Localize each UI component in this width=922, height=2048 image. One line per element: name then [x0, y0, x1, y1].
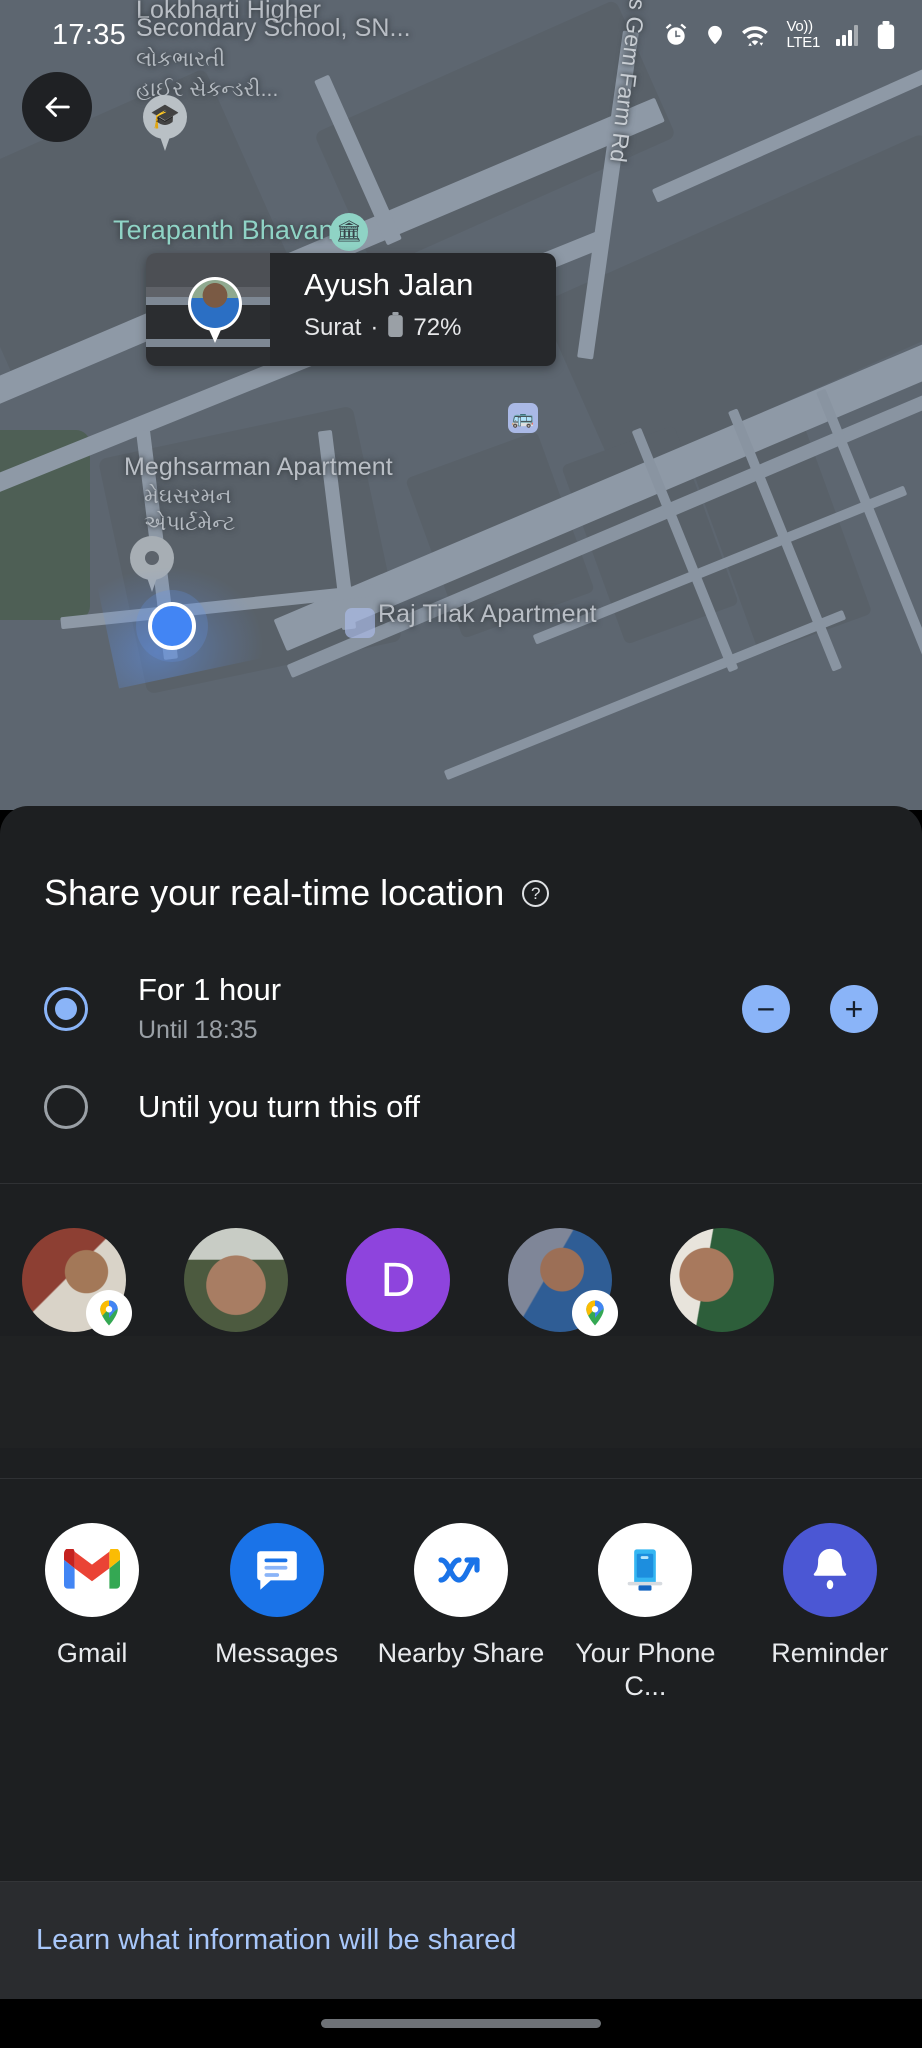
duration-title: Until you turn this off — [138, 1089, 421, 1124]
duration-option-for-1-hour[interactable]: For 1 hour Until 18:35 − + — [0, 972, 922, 1045]
duration-text-group: For 1 hour Until 18:35 — [138, 972, 281, 1045]
map-label-meghsarman-local1: મેઘસરમન — [144, 485, 232, 508]
person-battery-level: 72% — [413, 314, 462, 341]
google-maps-badge-icon — [572, 1290, 618, 1336]
person-name: Ayush Jalan — [304, 267, 474, 302]
person-card-info: Ayush Jalan Surat · 72% — [270, 253, 556, 366]
duration-text-group: Until you turn this off — [138, 1089, 420, 1125]
person-meta: Surat · 72% — [304, 312, 556, 344]
radio-until-you-turn-this-off[interactable] — [44, 1085, 88, 1129]
increase-duration-button[interactable]: + — [830, 984, 878, 1033]
duration-option-until-off[interactable]: Until you turn this off — [0, 1085, 922, 1129]
map-label-meghsarman-local2: એપાર્ટમેન્ટ — [144, 512, 236, 535]
duration-stepper: − + — [742, 984, 878, 1033]
system-navigation-bar — [0, 1999, 922, 2048]
person-city: Surat — [304, 314, 362, 341]
map-label-terapanth-bhavan: Terapanth Bhavan — [113, 215, 334, 245]
status-clock: 17:35 — [52, 18, 127, 51]
share-app-gmail[interactable]: Gmail — [7, 1523, 177, 1703]
share-app-messages[interactable]: Messages — [192, 1523, 362, 1703]
radio-for-1-hour[interactable] — [44, 986, 88, 1031]
alarm-icon — [663, 22, 689, 48]
back-button[interactable] — [22, 72, 92, 142]
person-card-map-thumbnail — [146, 253, 270, 366]
battery-icon — [876, 21, 896, 49]
map-label-raj-tilak: Raj Tilak Apartment — [378, 600, 597, 628]
page-title: Share your real-time location — [44, 872, 505, 913]
avatar — [184, 1228, 288, 1332]
learn-what-info-shared-link[interactable]: Learn what information will be shared — [36, 1924, 516, 1957]
status-bar: 17:35 Vo)) LTE1 — [0, 0, 922, 70]
share-app-reminder[interactable]: Reminder — [745, 1523, 915, 1703]
gesture-pill[interactable] — [321, 2019, 601, 2028]
list-item[interactable]: D — [346, 1228, 450, 1332]
sheet-header: Share your real-time location ? — [0, 806, 922, 914]
volte-icon: Vo)) LTE1 — [786, 18, 820, 51]
share-app-label: Nearby Share — [377, 1638, 545, 1668]
bus-stop-icon[interactable]: 🚌 — [508, 403, 538, 433]
person-avatar-pin — [188, 277, 242, 343]
contacts-loading-placeholder — [0, 1336, 922, 1448]
list-item[interactable] — [670, 1228, 774, 1332]
help-icon[interactable]: ? — [522, 879, 550, 907]
list-item[interactable] — [184, 1228, 288, 1332]
share-app-label: Your Phone C... — [575, 1638, 716, 1701]
reminder-icon — [782, 1523, 877, 1617]
share-app-label: Gmail — [56, 1638, 128, 1668]
my-location-dot[interactable] — [96, 549, 310, 700]
back-arrow-icon — [45, 97, 70, 117]
decrease-duration-button[interactable]: − — [742, 984, 790, 1033]
avatar: D — [346, 1228, 450, 1332]
person-meta-separator: · — [370, 314, 379, 341]
gmail-icon — [45, 1523, 140, 1617]
learn-more-bar[interactable]: Learn what information will be shared — [0, 1881, 922, 1999]
location-icon — [704, 22, 726, 48]
bus-stop-icon[interactable] — [345, 608, 375, 638]
share-apps-row[interactable]: Gmail Messages Nearby Share Your Phone C… — [0, 1479, 922, 1703]
share-app-label: Messages — [215, 1638, 339, 1668]
share-app-your-phone-companion[interactable]: Your Phone C... — [560, 1523, 730, 1703]
list-item[interactable] — [508, 1228, 618, 1336]
avatar — [670, 1228, 774, 1332]
wifi-icon — [741, 22, 771, 48]
your-phone-companion-icon — [598, 1523, 693, 1617]
google-maps-badge-icon — [86, 1290, 132, 1336]
person-battery-icon — [387, 312, 404, 344]
school-pin-icon[interactable]: 🎓 — [143, 95, 187, 151]
share-app-label: Reminder — [771, 1638, 889, 1668]
contacts-row[interactable]: D — [0, 1184, 922, 1336]
map-label-meghsarman: Meghsarman Apartment — [124, 453, 393, 481]
status-icons: Vo)) LTE1 — [663, 19, 896, 51]
avatar-initial: D — [380, 1253, 416, 1307]
messages-icon — [229, 1523, 324, 1617]
nearby-share-icon — [413, 1523, 508, 1617]
temple-icon[interactable]: 🏛 — [330, 213, 368, 251]
share-location-bottom-sheet: Share your real-time location ? For 1 ho… — [0, 806, 922, 1999]
person-location-card[interactable]: Ayush Jalan Surat · 72% — [146, 253, 556, 366]
map-canvas[interactable]: Lokbharti Higher Secondary School, SN...… — [0, 0, 922, 810]
list-item[interactable] — [22, 1228, 132, 1336]
signal-icon — [835, 23, 861, 47]
duration-subtitle: Until 18:35 — [138, 1016, 258, 1044]
sheet-title-row: Share your real-time location ? — [44, 872, 878, 914]
duration-title: For 1 hour — [138, 972, 282, 1007]
share-app-nearby-share[interactable]: Nearby Share — [376, 1523, 546, 1703]
